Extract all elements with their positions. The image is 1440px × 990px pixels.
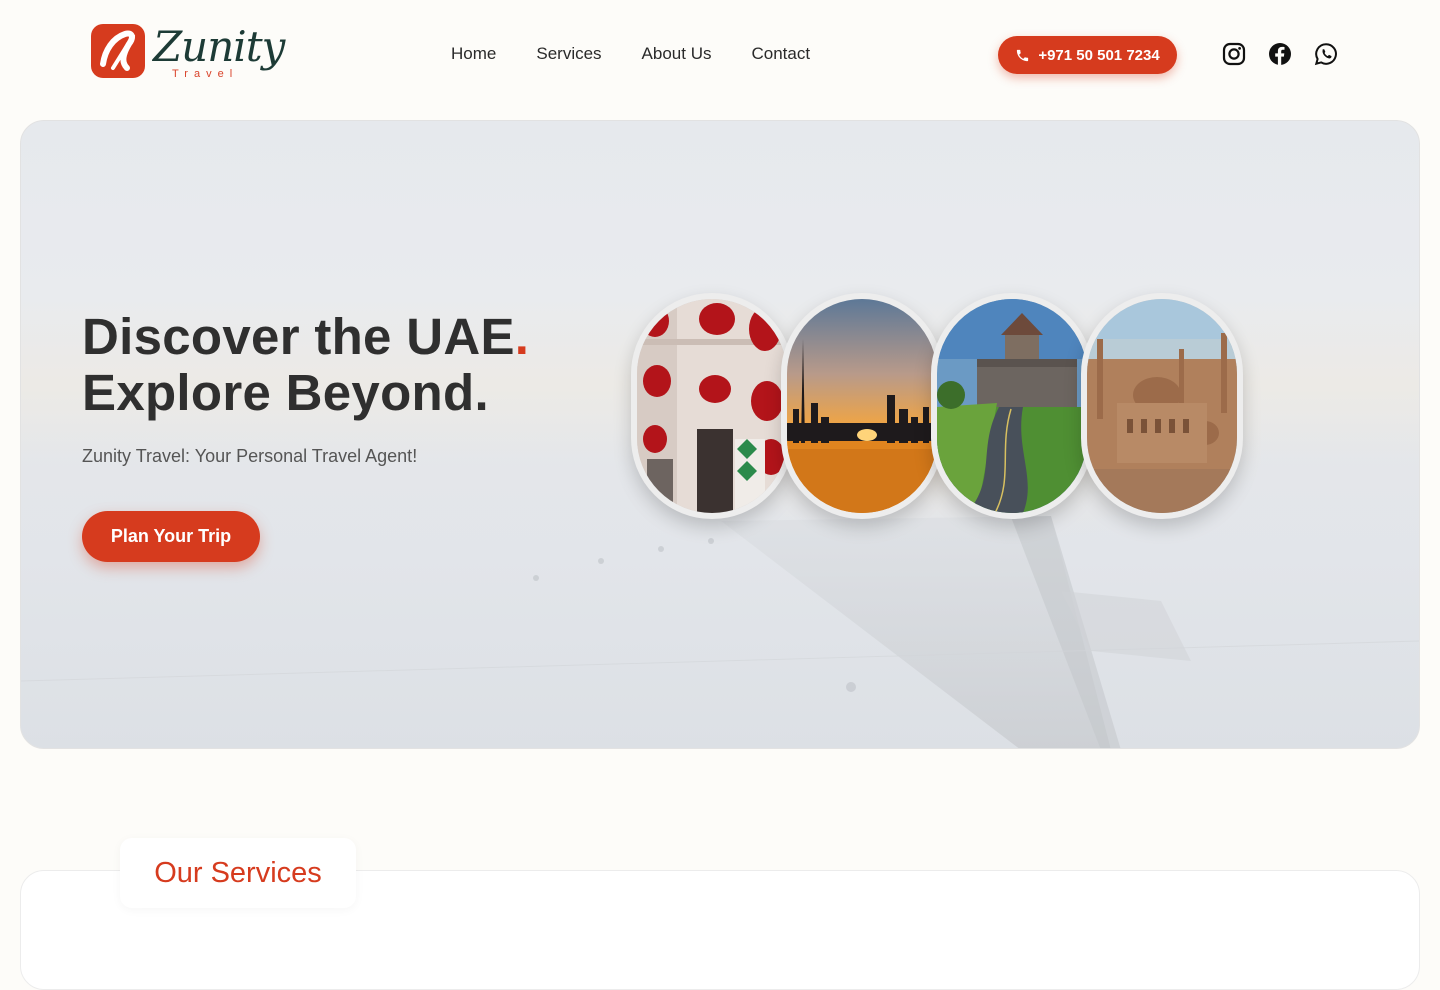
services-heading: Our Services xyxy=(154,856,322,889)
nav-services[interactable]: Services xyxy=(536,44,601,64)
hero-title-line1: Discover the UAE xyxy=(82,308,515,365)
instagram-link[interactable] xyxy=(1222,42,1246,66)
brand-tagline: Travel xyxy=(172,68,239,80)
services-heading-tab: Our Services xyxy=(120,838,356,908)
photo-flower-street xyxy=(631,293,793,519)
logo-mark-icon xyxy=(91,24,145,78)
photo-cairo-mosques xyxy=(1081,293,1243,519)
main-nav: Home Services About Us Contact xyxy=(451,44,810,64)
hero-title-dot: . xyxy=(514,308,530,365)
nav-contact[interactable]: Contact xyxy=(751,44,810,64)
hero-section: Discover the UAE. Explore Beyond. Zunity … xyxy=(20,120,1420,749)
phone-icon xyxy=(1017,49,1029,61)
instagram-icon xyxy=(1222,42,1246,66)
photo-castle-road xyxy=(931,293,1093,519)
hero-title-line2: Explore Beyond. xyxy=(82,364,489,421)
hero-title: Discover the UAE. Explore Beyond. xyxy=(82,309,529,421)
whatsapp-link[interactable] xyxy=(1314,42,1338,66)
facebook-link[interactable] xyxy=(1268,42,1292,66)
facebook-icon xyxy=(1269,43,1291,65)
whatsapp-icon xyxy=(1314,43,1337,66)
nav-home[interactable]: Home xyxy=(451,44,496,64)
nav-about-us[interactable]: About Us xyxy=(642,44,712,64)
photo-dubai-sunset xyxy=(781,293,943,519)
site-header: Zunity Travel Home Services About Us Con… xyxy=(0,0,1440,110)
hero-subtitle: Zunity Travel: Your Personal Travel Agen… xyxy=(82,446,418,466)
brand-logo[interactable]: Zunity Travel xyxy=(90,22,285,88)
phone-number: +971 50 501 7234 xyxy=(1038,46,1160,64)
plan-your-trip-button[interactable]: Plan Your Trip xyxy=(82,511,260,562)
brand-name: Zunity xyxy=(153,22,285,71)
call-button[interactable]: +971 50 501 7234 xyxy=(998,36,1177,74)
